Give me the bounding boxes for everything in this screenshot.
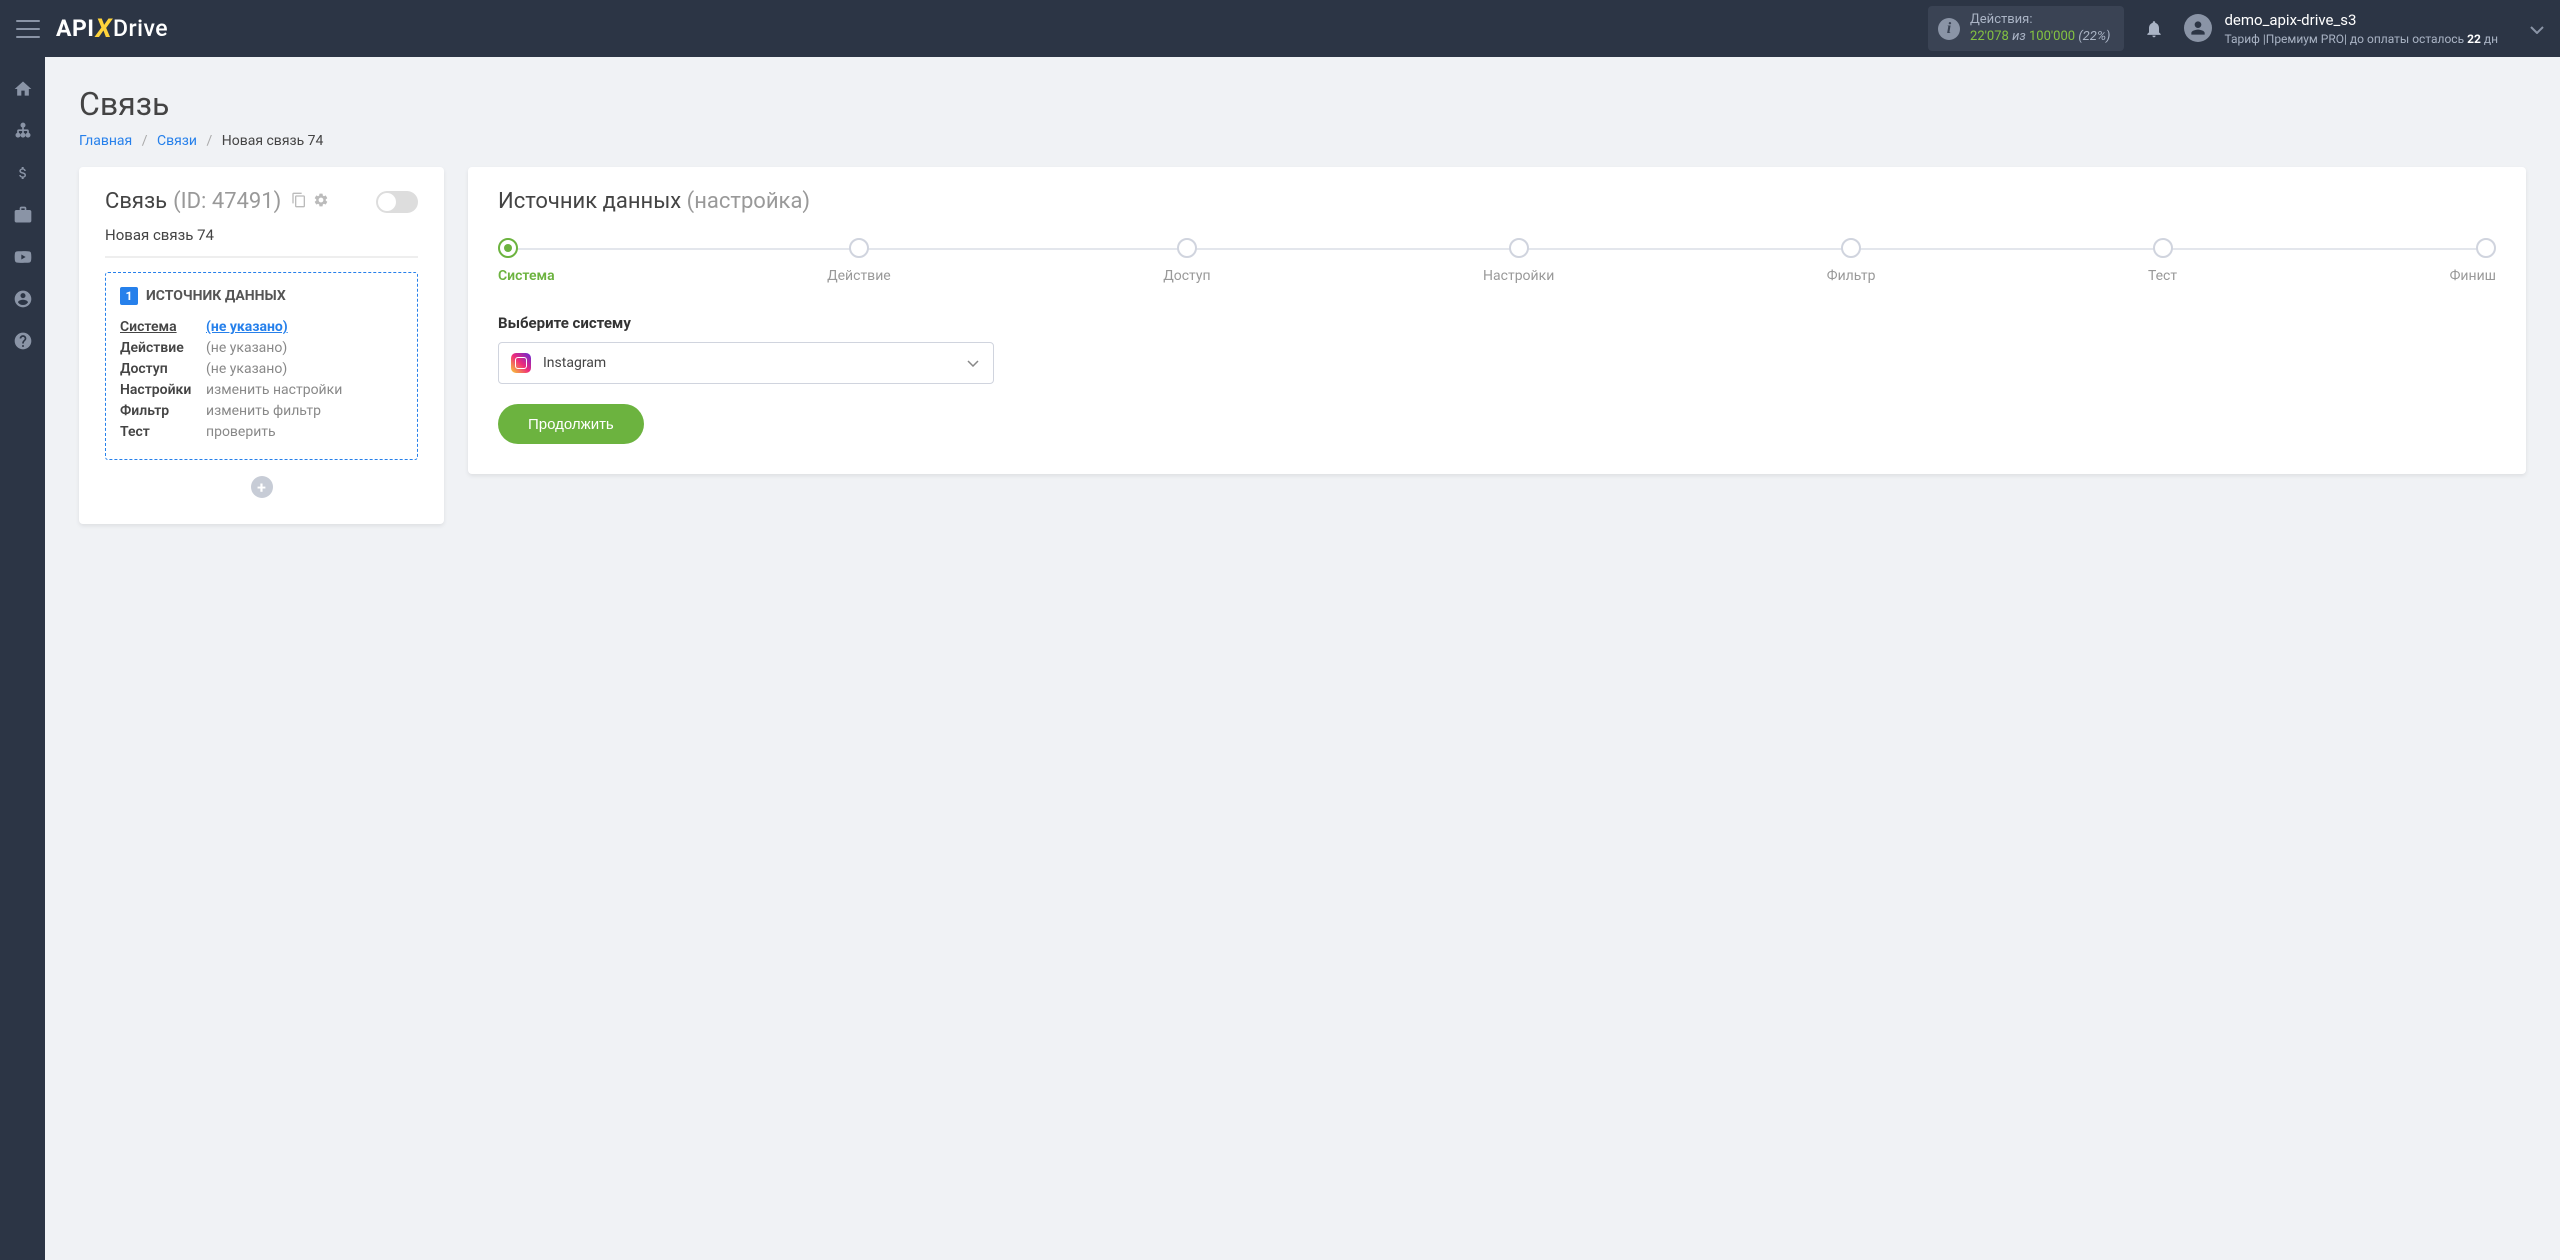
system-select[interactable]: Instagram <box>498 342 994 384</box>
user-name: demo_apix-drive_s3 <box>2224 10 2498 31</box>
bell-icon[interactable] <box>2144 19 2164 39</box>
source-header-label: ИСТОЧНИК ДАННЫХ <box>146 288 286 304</box>
sidebar-youtube-icon[interactable] <box>13 247 33 267</box>
page-title: Связь <box>79 85 2526 123</box>
top-header: APIXDrive i Действия: 22'078 из 100'000 … <box>0 0 2560 57</box>
sidebar-briefcase-icon[interactable] <box>13 205 33 225</box>
wizard-step[interactable]: Система <box>498 238 555 284</box>
wizard-step[interactable]: Финиш <box>2450 238 2496 284</box>
instagram-icon <box>511 353 531 373</box>
hamburger-menu[interactable] <box>16 20 40 38</box>
breadcrumb-links[interactable]: Связи <box>157 133 197 149</box>
breadcrumb-current: Новая связь 74 <box>222 133 324 149</box>
source-row[interactable]: Тестпроверить <box>120 424 403 440</box>
wizard-step[interactable]: Тест <box>2148 238 2177 284</box>
source-row[interactable]: Фильтризменить фильтр <box>120 403 403 419</box>
sidebar-user-icon[interactable] <box>13 289 33 309</box>
source-number-badge: 1 <box>120 287 138 305</box>
gear-icon[interactable] <box>313 189 329 214</box>
enable-toggle[interactable] <box>376 191 418 213</box>
add-destination-button[interactable]: + <box>251 476 273 498</box>
breadcrumb: Главная / Связи / Новая связь 74 <box>79 133 2526 149</box>
wizard-step[interactable]: Фильтр <box>1827 238 1876 284</box>
source-row[interactable]: Действие(не указано) <box>120 340 403 356</box>
source-row[interactable]: Доступ(не указано) <box>120 361 403 377</box>
source-row[interactable]: Настройкиизменить настройки <box>120 382 403 398</box>
sidebar-help-icon[interactable] <box>13 331 33 351</box>
sidebar-home-icon[interactable] <box>13 79 33 99</box>
user-menu[interactable]: demo_apix-drive_s3 Тариф |Премиум PRO| д… <box>2184 10 2544 48</box>
breadcrumb-home[interactable]: Главная <box>79 133 132 149</box>
wizard-steps: Система Действие Доступ Настройки Фильтр Тест… <box>498 238 2496 284</box>
chevron-down-icon <box>2530 19 2544 38</box>
continue-button[interactable]: Продолжить <box>498 404 644 444</box>
copy-icon[interactable] <box>291 189 307 214</box>
actions-label: Действия: <box>1970 12 2110 29</box>
sidebar-network-icon[interactable] <box>13 121 33 141</box>
main-content: Связь Главная / Связи / Новая связь 74 С… <box>45 57 2560 1260</box>
connection-card: Связь (ID: 47491) Новая связь 74 1 ИСТОЧ… <box>79 167 444 524</box>
connection-title: Связь (ID: 47491) <box>105 189 329 214</box>
tariff-info: Тариф |Премиум PRO| до оплаты осталось 2… <box>2224 31 2498 48</box>
sidebar-dollar-icon[interactable] <box>13 163 33 183</box>
sidebar <box>0 57 45 1260</box>
source-box: 1 ИСТОЧНИК ДАННЫХ Система(не указано) Дей… <box>105 272 418 460</box>
data-source-title: Источник данных (настройка) <box>498 189 2496 214</box>
wizard-step[interactable]: Доступ <box>1163 238 1210 284</box>
chevron-down-icon <box>967 355 979 371</box>
logo[interactable]: APIXDrive <box>56 14 168 44</box>
data-source-setup-card: Источник данных (настройка) Система Дейст… <box>468 167 2526 474</box>
avatar-icon <box>2184 14 2212 42</box>
actions-counter[interactable]: i Действия: 22'078 из 100'000 (22%) <box>1928 6 2124 52</box>
connection-name: Новая связь 74 <box>105 226 418 258</box>
info-icon: i <box>1938 18 1960 40</box>
source-row[interactable]: Система(не указано) <box>120 319 403 335</box>
select-system-label: Выберите систему <box>498 314 2496 332</box>
wizard-step[interactable]: Настройки <box>1483 238 1554 284</box>
wizard-step[interactable]: Действие <box>827 238 891 284</box>
